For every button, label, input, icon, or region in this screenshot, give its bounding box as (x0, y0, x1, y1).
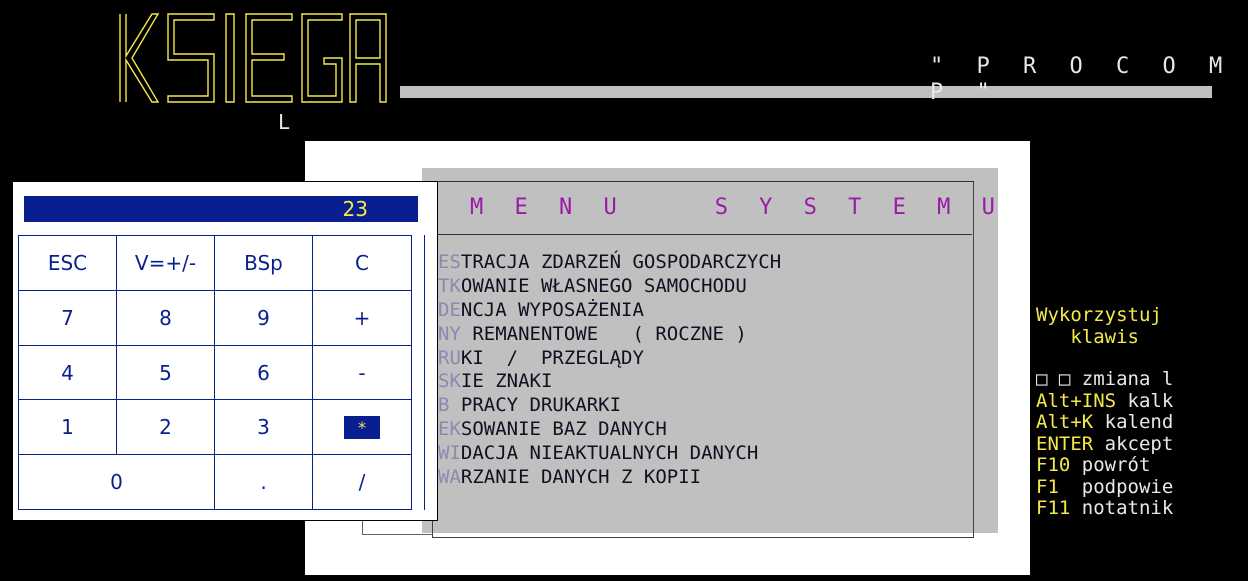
menu-item[interactable]: TKOWANIE WŁASNEGO SAMOCHODU (438, 275, 781, 299)
help-key: ENTER (1036, 432, 1094, 455)
help-text: kalend (1093, 411, 1174, 433)
help-key: F10 (1036, 454, 1071, 476)
calc-key-2[interactable]: 2 (117, 400, 215, 455)
calc-key-9[interactable]: 9 (215, 291, 313, 346)
calc-key-3[interactable]: 3 (215, 400, 313, 455)
menu-title-divider (432, 234, 972, 235)
help-line: □ □ zmiana l (1036, 368, 1174, 391)
help-key: Alt+INS (1036, 389, 1117, 412)
calc-key-plus[interactable]: + (313, 291, 411, 346)
help-text: notatnik (1070, 497, 1174, 519)
menu-item-label: RZANIE DANYCH Z KOPII (460, 466, 702, 489)
app-logo (119, 13, 387, 103)
menu-item[interactable]: EKSOWANIE BAZ DANYCH (438, 418, 781, 442)
calc-key-4[interactable]: 4 (19, 346, 117, 400)
menu-item-label: KI / PRZEGLĄDY (460, 346, 644, 369)
menu-item[interactable]: B PRACY DRUKARKI (438, 394, 781, 418)
menu-item-label: SOWANIE BAZ DANYCH (460, 418, 667, 441)
menu-item-prefix: ES (438, 251, 461, 273)
calc-key-multiply[interactable]: * (313, 400, 411, 455)
menu-title: M E N U S Y S T E M U (470, 195, 1004, 220)
menu-shadow-line (362, 520, 363, 534)
menu-item[interactable]: ESTRACJA ZDARZEŃ GOSPODARCZYCH (438, 251, 781, 275)
menu-item-prefix: B (438, 394, 461, 417)
help-text: powrót (1070, 454, 1151, 476)
menu-item[interactable]: WIDACJA NIEAKTUALNYCH DANYCH (438, 442, 781, 466)
help-title: Wykorzystuj (1036, 304, 1162, 326)
calc-key-sign[interactable]: V=+/- (117, 236, 215, 291)
calc-key-multiply-label: * (344, 415, 380, 439)
menu-item-label: NCJA WYPOSAŻENIA (460, 298, 644, 321)
menu-item[interactable]: SKIE ZNAKI (438, 370, 781, 394)
calc-key-minus[interactable]: - (313, 346, 411, 400)
help-text: podpowie (1058, 475, 1174, 498)
menu-list: ESTRACJA ZDARZEŃ GOSPODARCZYCH TKOWANIE … (438, 251, 781, 490)
help-text: akcept (1093, 432, 1174, 455)
menu-item-prefix: SK (438, 370, 461, 393)
menu-item[interactable]: WARZANIE DANYCH Z KOPII (438, 466, 781, 490)
calculator-keypad: ESC V=+/- BSp C 7 8 9 + 4 5 6 - 1 2 3 * … (18, 235, 412, 510)
help-line: F1 podpowie (1036, 475, 1174, 499)
help-panel: Wykorzystuj klawis □ □ zmiana l Alt+INS ka… (1036, 304, 1174, 520)
help-line: F10 powrót (1036, 454, 1173, 477)
menu-shadow-line (362, 534, 432, 535)
calc-key-6[interactable]: 6 (215, 346, 313, 400)
calc-key-backspace[interactable]: BSp (215, 236, 313, 291)
calculator-edge (424, 235, 425, 510)
menu-item[interactable]: DENCJA WYPOSAŻENIA (438, 299, 781, 323)
calculator-display: 23 (24, 196, 418, 222)
menu-item-prefix: RU (438, 346, 461, 369)
menu-item-label: PRACY DRUKARKI (460, 394, 622, 417)
help-text: kalk (1116, 389, 1174, 412)
help-key: F1 (1036, 475, 1059, 498)
logo-subtitle: L (278, 110, 291, 134)
calc-key-0[interactable]: 0 (19, 455, 215, 509)
calc-key-1[interactable]: 1 (19, 400, 117, 455)
menu-item-label: OWANIE WŁASNEGO SAMOCHODU (460, 274, 747, 297)
calc-key-8[interactable]: 8 (117, 291, 215, 346)
help-line: F11 notatnik (1036, 497, 1174, 520)
menu-item-prefix: EK (438, 418, 461, 441)
menu-item-label: REMANENTOWE ( ROCZNE ) (460, 322, 747, 345)
menu-item-prefix: WA (438, 466, 461, 489)
help-key: F11 (1036, 497, 1071, 519)
help-line: Alt+INS kalk (1036, 389, 1174, 413)
calc-key-esc[interactable]: ESC (19, 236, 117, 291)
menu-item-prefix: WI (438, 442, 461, 465)
calc-key-5[interactable]: 5 (117, 346, 215, 400)
help-subtitle: klawis (1036, 325, 1139, 348)
menu-item-label: IE ZNAKI (460, 370, 553, 393)
menu-item-label: TRACJA ZDARZEŃ GOSPODARCZYCH (460, 251, 782, 273)
calc-key-clear[interactable]: C (313, 236, 411, 291)
calc-key-divide[interactable]: / (313, 455, 411, 509)
help-key: Alt+K (1036, 411, 1094, 433)
menu-item-prefix: TK (438, 274, 461, 297)
help-line: Alt+K kalend (1036, 411, 1174, 434)
menu-item[interactable]: RUKI / PRZEGLĄDY (438, 347, 781, 371)
calc-key-decimal[interactable]: . (215, 455, 313, 509)
calc-key-7[interactable]: 7 (19, 291, 117, 346)
company-name: " P R O C O M P " (930, 54, 1233, 105)
menu-item-prefix: DE (438, 298, 461, 321)
menu-item-label: DACJA NIEAKTUALNYCH DANYCH (460, 442, 759, 465)
menu-item[interactable]: NY REMANENTOWE ( ROCZNE ) (438, 323, 781, 347)
calculator-value: 23 (342, 197, 368, 221)
help-text: □ □ zmiana l (1036, 368, 1174, 390)
menu-item-prefix: NY (438, 322, 461, 345)
help-line: ENTER akcept (1036, 432, 1174, 456)
